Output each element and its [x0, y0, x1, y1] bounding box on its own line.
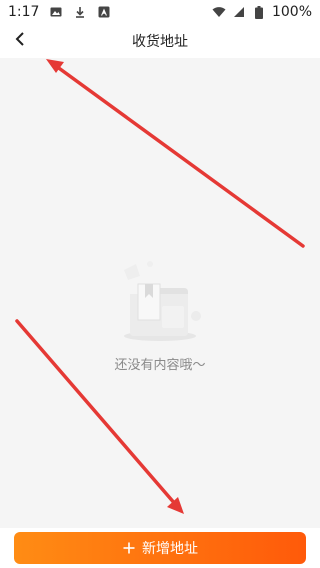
chevron-left-icon — [14, 31, 26, 51]
image-icon — [49, 5, 63, 19]
signal-icon — [232, 5, 246, 19]
page-title: 收货地址 — [132, 34, 188, 50]
battery-icon — [252, 5, 266, 19]
back-button[interactable] — [6, 26, 34, 56]
status-time: 1:17 — [8, 4, 40, 20]
status-bar: 1:17 100% — [0, 0, 320, 24]
add-address-label: 新增地址 — [142, 541, 198, 557]
empty-state-text: 还没有内容哦～ — [114, 358, 206, 373]
bottom-bar: 新增地址 — [0, 528, 320, 568]
battery-percentage: 100% — [271, 4, 312, 20]
wifi-icon — [212, 5, 226, 19]
header: 收货地址 — [0, 24, 320, 58]
empty-folder-illustration — [110, 256, 210, 346]
download-icon — [73, 5, 87, 19]
status-right: 100% — [212, 4, 312, 20]
status-left: 1:17 — [8, 4, 111, 20]
plus-icon — [122, 541, 136, 555]
add-address-button[interactable]: 新增地址 — [14, 532, 306, 564]
address-list-area: 还没有内容哦～ — [0, 58, 320, 528]
font-icon — [97, 5, 111, 19]
